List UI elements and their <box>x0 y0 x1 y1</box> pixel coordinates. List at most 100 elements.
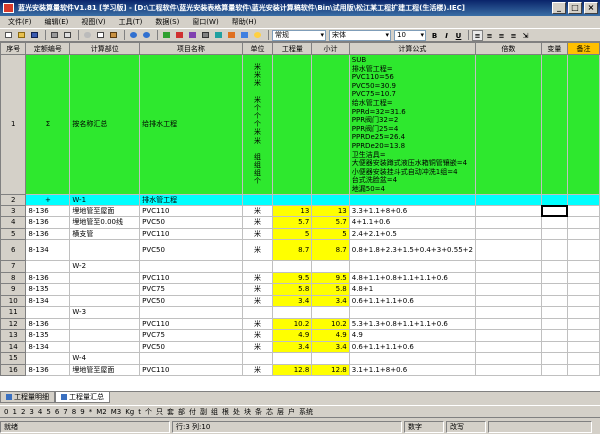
cell-remark[interactable] <box>567 340 600 353</box>
cell-multiplier[interactable] <box>474 193 542 206</box>
cell-multiplier[interactable] <box>474 283 542 296</box>
cell-remark[interactable] <box>567 216 600 229</box>
cell-unit[interactable]: 米 <box>241 294 274 307</box>
cell-part[interactable] <box>69 317 141 330</box>
symbol-button[interactable]: t <box>137 408 142 416</box>
col-header-multiplier[interactable]: 倍数 <box>474 42 542 55</box>
new-file-button[interactable] <box>3 30 14 40</box>
cell-name[interactable]: PVC75 <box>139 283 243 296</box>
cell-subtotal[interactable]: 12.8 <box>311 363 350 376</box>
symbol-button[interactable]: * <box>88 408 94 416</box>
cell-code[interactable]: 8-135 <box>25 329 71 342</box>
row-header[interactable]: 10 <box>0 294 27 307</box>
justify-button[interactable]: ≡ <box>508 30 519 41</box>
cell-multiplier[interactable] <box>474 260 542 273</box>
underline-button[interactable]: U <box>453 30 464 41</box>
menu-help[interactable]: 帮助(H) <box>232 17 257 27</box>
cell-variable[interactable] <box>540 271 569 284</box>
row-header[interactable]: 8 <box>0 271 27 284</box>
cell-qty[interactable] <box>272 260 313 273</box>
cell-code[interactable]: 8-134 <box>25 239 71 261</box>
cell-unit[interactable]: 米 <box>241 271 274 284</box>
cell-unit[interactable]: 米 <box>241 204 274 217</box>
cell-formula[interactable]: 4.8+1.1+0.8+1.1+1.1+0.6 <box>348 271 476 284</box>
menu-edit[interactable]: 编辑(E) <box>45 17 69 27</box>
cell-variable[interactable] <box>540 306 569 319</box>
cell-qty[interactable]: 4.9 <box>272 329 313 342</box>
cell-part[interactable]: W-4 <box>69 352 141 365</box>
cell-multiplier[interactable] <box>474 352 542 365</box>
row-header[interactable]: 7 <box>0 260 27 273</box>
cell-code[interactable] <box>25 352 71 365</box>
cell-subtotal[interactable]: 5 <box>311 227 350 240</box>
cell-remark[interactable] <box>567 317 600 330</box>
cell-formula[interactable] <box>348 193 476 206</box>
cell-unit[interactable]: 米 <box>241 340 274 353</box>
cell-name[interactable]: PVC110 <box>139 227 243 240</box>
cell-remark[interactable] <box>567 271 600 284</box>
cell-part[interactable] <box>69 271 141 284</box>
symbol-button[interactable]: 4 <box>37 408 43 416</box>
cell-multiplier[interactable] <box>474 329 542 342</box>
cell-part[interactable]: 埋地管至屋面 <box>69 363 141 376</box>
align-right-button[interactable]: ≡ <box>496 30 507 41</box>
row-header[interactable]: 14 <box>0 340 27 353</box>
cell-multiplier[interactable] <box>474 204 542 217</box>
cell-formula[interactable]: 0.8+1.8+2.3+1.5+0.4+3+0.55+2 <box>348 239 476 261</box>
cell-subtotal[interactable]: 5.7 <box>311 216 350 229</box>
cell-remark[interactable] <box>567 193 600 206</box>
cell-code[interactable] <box>25 260 71 273</box>
style-combo[interactable]: 常规 <box>272 29 326 41</box>
cell-variable[interactable] <box>540 329 569 342</box>
cell-unit[interactable]: 米 <box>241 329 274 342</box>
cell-subtotal[interactable] <box>311 260 350 273</box>
cell-multiplier[interactable] <box>474 227 542 240</box>
cell-subtotal[interactable]: 3.4 <box>311 294 350 307</box>
delete-row-button[interactable] <box>174 30 185 40</box>
redo-button[interactable] <box>141 30 152 40</box>
cell-part[interactable]: 横支管 <box>69 227 141 240</box>
symbol-button[interactable]: 块 <box>243 407 252 417</box>
insert-row-button[interactable] <box>161 30 172 40</box>
cell-subtotal[interactable]: 8.7 <box>311 239 350 261</box>
cell-code[interactable]: Σ <box>25 54 71 195</box>
symbol-button[interactable]: 副 <box>199 407 208 417</box>
symbol-button[interactable]: M2 <box>95 408 108 416</box>
cell-code[interactable]: 8-134 <box>25 340 71 353</box>
cell-part[interactable]: W-3 <box>69 306 141 319</box>
cell-formula[interactable]: 5.3+1.3+0.8+1.1+1.1+0.6 <box>348 317 476 330</box>
preview-button[interactable] <box>62 30 73 40</box>
col-header-qty[interactable]: 工程量 <box>272 42 313 55</box>
col-header-variable[interactable]: 变量 <box>540 42 569 55</box>
cell-remark[interactable] <box>567 239 600 261</box>
summary-button[interactable] <box>187 30 198 40</box>
cell-name[interactable]: 给排水工程 <box>139 54 243 195</box>
symbol-button[interactable]: 2 <box>20 408 26 416</box>
cell-variable[interactable] <box>540 363 569 376</box>
maximize-button[interactable]: □ <box>568 2 582 14</box>
cell-unit[interactable] <box>241 260 274 273</box>
cell-remark[interactable] <box>567 363 600 376</box>
cell-qty[interactable]: 10.2 <box>272 317 313 330</box>
cell-multiplier[interactable] <box>474 306 542 319</box>
symbol-button[interactable]: 8 <box>71 408 77 416</box>
cell-multiplier[interactable] <box>474 54 542 195</box>
cell-variable[interactable] <box>540 317 569 330</box>
align-left-button[interactable]: ≡ <box>472 29 483 41</box>
cell-formula[interactable]: 3.3+1.1+8+0.6 <box>348 204 476 217</box>
cell-name[interactable]: PVC110 <box>139 363 243 376</box>
menu-data[interactable]: 数据(S) <box>155 17 179 27</box>
symbol-button[interactable]: 处 <box>232 407 241 417</box>
cell-subtotal[interactable] <box>311 193 350 206</box>
wrap-text-button[interactable]: ⇲ <box>520 30 531 41</box>
symbol-button[interactable]: 条 <box>254 407 263 417</box>
cell-variable[interactable] <box>540 260 569 273</box>
row-header[interactable]: 15 <box>0 352 27 365</box>
row-header[interactable]: 4 <box>0 216 27 229</box>
cell-formula-list[interactable]: SUB 排水管工程= PVC110=56 PVC50=30.9 PVC75=10.7 给水… <box>348 54 476 195</box>
cell-unit[interactable]: 米 <box>241 363 274 376</box>
cell-remark[interactable] <box>567 352 600 365</box>
cell-qty[interactable]: 8.7 <box>272 239 313 261</box>
cell-qty[interactable]: 5 <box>272 227 313 240</box>
symbol-button[interactable]: 层 <box>276 407 285 417</box>
